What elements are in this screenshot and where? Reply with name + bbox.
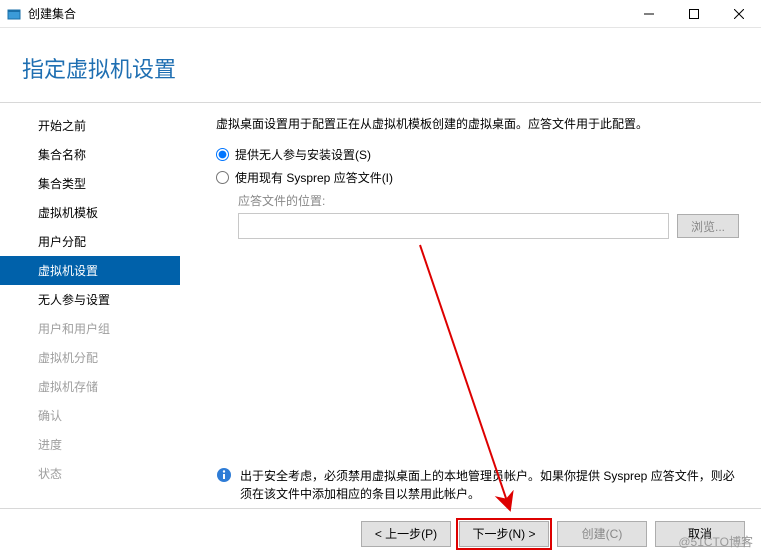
sidebar-item-6[interactable]: 无人参与设置 <box>0 285 180 314</box>
sidebar-item-3[interactable]: 虚拟机模板 <box>0 198 180 227</box>
minimize-button[interactable] <box>626 0 671 28</box>
sidebar-item-9: 虚拟机存储 <box>0 372 180 401</box>
create-button[interactable]: 创建(C) <box>557 521 647 547</box>
answer-file-label: 应答文件的位置: <box>238 192 739 209</box>
sidebar-item-12: 状态 <box>0 459 180 488</box>
window-title: 创建集合 <box>28 5 626 22</box>
radio-sysprep-input[interactable] <box>216 171 229 184</box>
title-bar: 创建集合 <box>0 0 761 28</box>
radio-option-unattended[interactable]: 提供无人参与安装设置(S) <box>216 146 739 163</box>
window-controls <box>626 0 761 28</box>
info-note: 出于安全考虑，必须禁用虚拟桌面上的本地管理员帐户。如果你提供 Sysprep 应… <box>216 467 739 503</box>
info-text: 出于安全考虑，必须禁用虚拟桌面上的本地管理员帐户。如果你提供 Sysprep 应… <box>240 467 739 503</box>
browse-button[interactable]: 浏览... <box>677 214 739 238</box>
sidebar-item-10: 确认 <box>0 401 180 430</box>
radio-option-sysprep[interactable]: 使用现有 Sysprep 应答文件(I) <box>216 169 739 186</box>
watermark: @51CTO博客 <box>678 533 753 550</box>
wizard-sidebar: 开始之前集合名称集合类型虚拟机模板用户分配虚拟机设置无人参与设置用户和用户组虚拟… <box>0 103 180 513</box>
sidebar-item-0[interactable]: 开始之前 <box>0 111 180 140</box>
radio-unattended-label: 提供无人参与安装设置(S) <box>235 146 371 163</box>
sidebar-item-4[interactable]: 用户分配 <box>0 227 180 256</box>
info-icon <box>216 467 232 483</box>
answer-file-input[interactable] <box>238 213 669 239</box>
maximize-button[interactable] <box>671 0 716 28</box>
main-panel: 虚拟桌面设置用于配置正在从虚拟机模板创建的虚拟桌面。应答文件用于此配置。 提供无… <box>180 103 761 513</box>
sidebar-item-11: 进度 <box>0 430 180 459</box>
sidebar-item-8: 虚拟机分配 <box>0 343 180 372</box>
radio-unattended-input[interactable] <box>216 148 229 161</box>
content-area: 开始之前集合名称集合类型虚拟机模板用户分配虚拟机设置无人参与设置用户和用户组虚拟… <box>0 103 761 513</box>
sidebar-item-7: 用户和用户组 <box>0 314 180 343</box>
radio-sysprep-label: 使用现有 Sysprep 应答文件(I) <box>235 169 393 186</box>
page-heading: 指定虚拟机设置 <box>22 52 761 84</box>
close-button[interactable] <box>716 0 761 28</box>
sidebar-item-1[interactable]: 集合名称 <box>0 140 180 169</box>
sidebar-item-2[interactable]: 集合类型 <box>0 169 180 198</box>
sidebar-item-5[interactable]: 虚拟机设置 <box>0 256 180 285</box>
prev-button[interactable]: < 上一步(P) <box>361 521 451 547</box>
answer-file-section: 应答文件的位置: 浏览... <box>238 192 739 239</box>
description-text: 虚拟桌面设置用于配置正在从虚拟机模板创建的虚拟桌面。应答文件用于此配置。 <box>216 115 739 132</box>
wizard-footer: < 上一步(P) 下一步(N) > 创建(C) 取消 <box>0 508 761 558</box>
app-icon <box>6 6 22 22</box>
heading-area: 指定虚拟机设置 <box>0 28 761 103</box>
next-button[interactable]: 下一步(N) > <box>459 521 549 547</box>
